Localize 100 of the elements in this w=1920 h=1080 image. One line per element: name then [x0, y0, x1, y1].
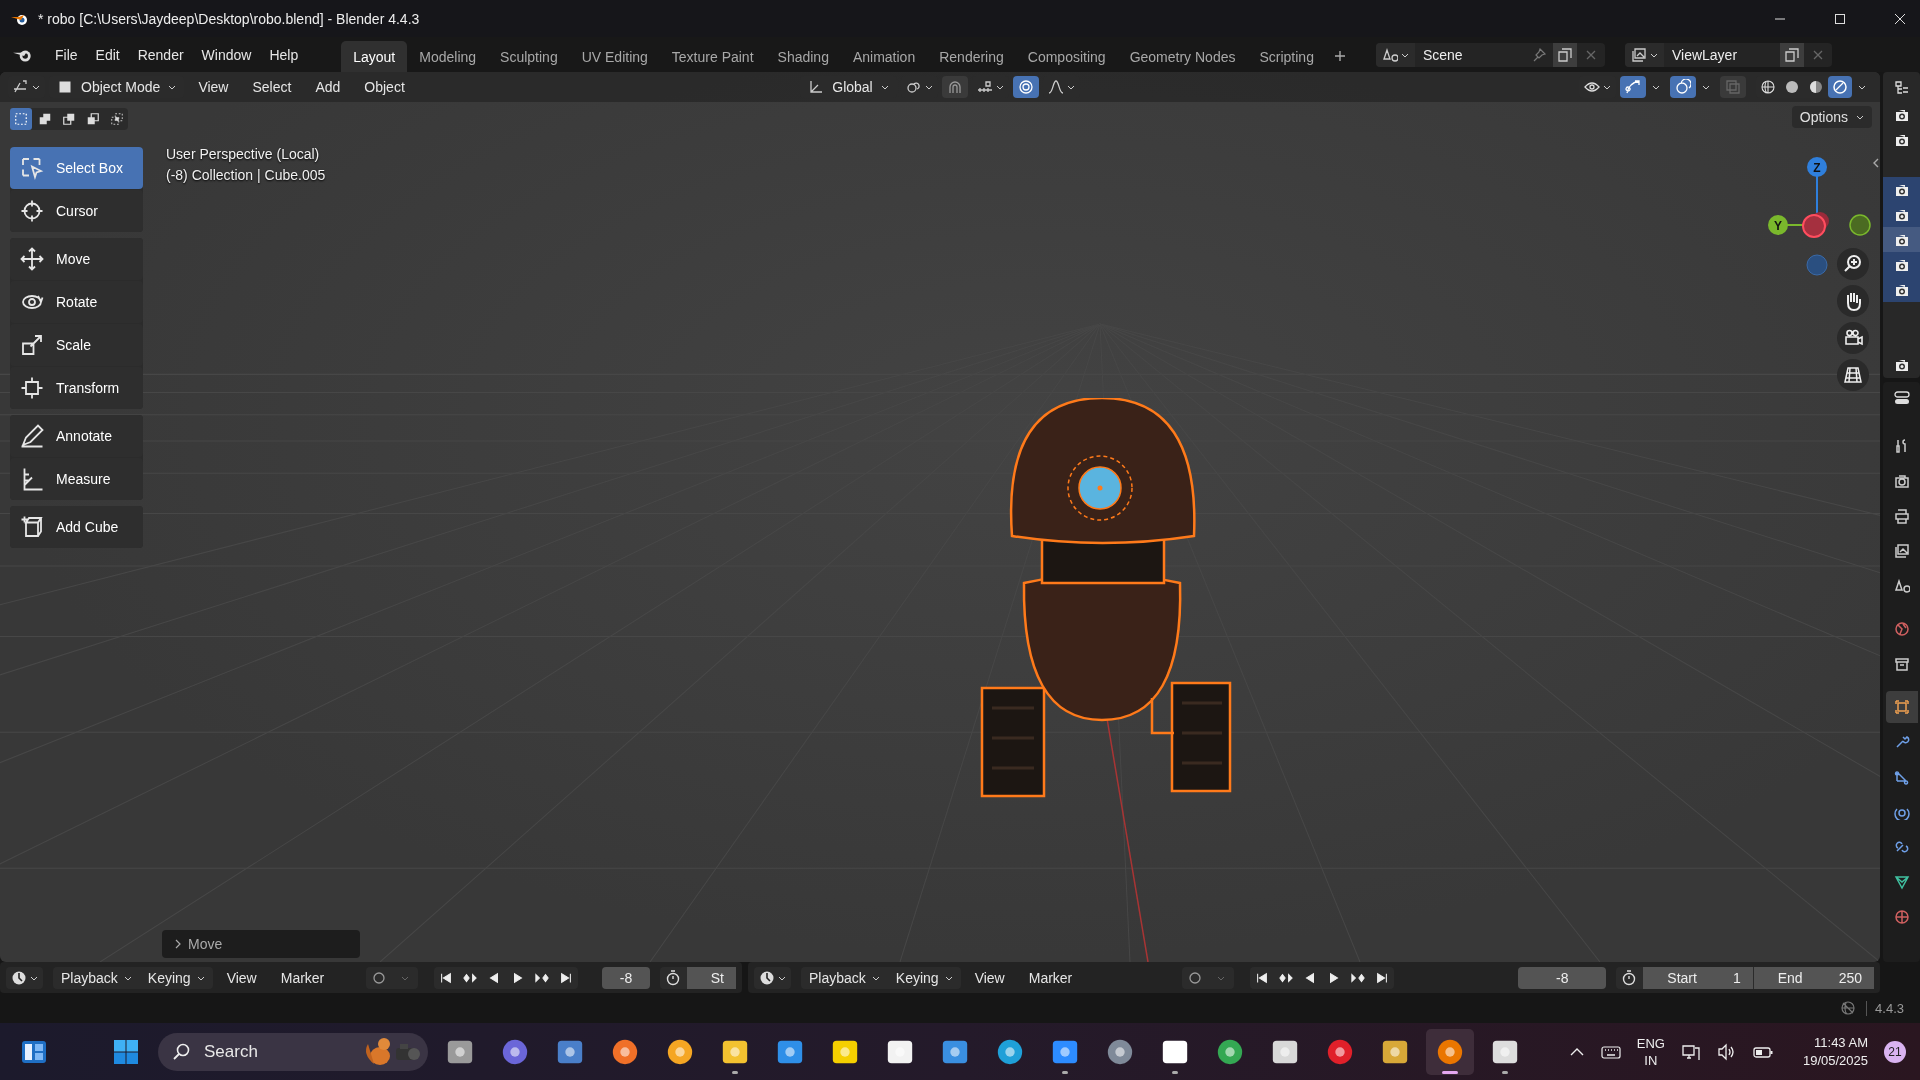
proportional-editing-toggle[interactable] [1012, 76, 1039, 98]
hand-icon[interactable] [1837, 285, 1869, 317]
workspace-tab[interactable]: Rendering [927, 41, 1016, 72]
last-operator-panel[interactable]: Move [162, 930, 360, 958]
maximize-icon[interactable] [1834, 12, 1846, 25]
outliner-row[interactable] [1883, 177, 1920, 202]
speaker-icon[interactable] [1716, 1041, 1737, 1062]
header-menu[interactable]: Marker [1018, 966, 1083, 989]
caret-icon [880, 83, 889, 91]
viewport-info-text: (-8) Collection | Cube.005 [166, 167, 326, 183]
crosshair-icon [20, 199, 44, 223]
menu-item[interactable]: Render [128, 42, 193, 67]
xray-toggle[interactable] [1720, 76, 1746, 98]
square-icon [57, 79, 73, 95]
clock-icon [759, 969, 775, 986]
toggle-icon[interactable] [1893, 390, 1910, 406]
chevron-icon [174, 939, 182, 949]
curve-icon [1047, 79, 1064, 95]
workspace-tab[interactable]: Scripting [1247, 41, 1326, 72]
zoom-icon[interactable] [1837, 248, 1869, 280]
timeline-dropdown[interactable]: Keying [887, 966, 961, 989]
caret-icon[interactable] [1652, 83, 1660, 91]
running-indicator [1502, 1070, 1508, 1074]
header-menu[interactable]: Object [354, 76, 415, 98]
version-text: 4.4.3 [1866, 1000, 1904, 1016]
caret-icon[interactable] [1702, 83, 1710, 91]
duplicate-icon[interactable] [1779, 42, 1804, 67]
four-arrows-icon [20, 247, 44, 271]
workspace-tab[interactable]: Sculpting [488, 41, 570, 72]
workspace-tab[interactable]: Texture Paint [659, 41, 766, 72]
end-frame-field[interactable]: End 250 [1752, 966, 1874, 989]
tool-button[interactable]: Select Box [10, 147, 143, 189]
duplicate-icon[interactable] [1552, 42, 1577, 67]
scene-browse-button[interactable] [1375, 42, 1415, 67]
start-frame-field[interactable]: Start 1 [1642, 966, 1753, 989]
solid-sphere-icon [1784, 79, 1800, 95]
timeline-dropdown[interactable]: Keying [139, 966, 213, 989]
editor-type-button[interactable] [754, 966, 791, 989]
notification-badge[interactable]: 21 [1884, 1040, 1906, 1063]
selection-mode-button[interactable] [10, 108, 32, 130]
outliner-row[interactable] [1883, 277, 1920, 302]
options-dropdown[interactable]: Options [1791, 106, 1872, 128]
header-menu[interactable]: Marker [270, 966, 335, 989]
header-menu[interactable]: Select [242, 76, 302, 98]
snap-toggle[interactable] [941, 76, 968, 98]
perspective-grid-icon[interactable] [1837, 359, 1869, 391]
menu-item[interactable]: Edit [86, 42, 129, 67]
properties-tab[interactable] [1885, 691, 1918, 723]
menu-item[interactable]: File [46, 42, 87, 67]
close-icon[interactable] [1894, 12, 1906, 25]
workspace-tab[interactable]: Geometry Nodes [1117, 41, 1248, 72]
running-indicator [1062, 1070, 1068, 1074]
dashed-square-icon [14, 112, 28, 126]
3d-viewport[interactable]: Object Mode View Select Add Object Global Select Box Cursor Move Rotate Scale Transform Annotate Measure Add Cube User Perspective (Local) (-8) Collection | Cube.005 Options Z Y Move [0, 72, 1880, 962]
caret-icon [32, 83, 40, 91]
running-indicator [1172, 1070, 1178, 1074]
view-layer-browse-button[interactable] [1624, 42, 1664, 67]
overlapping-circles-icon [1675, 79, 1691, 95]
transform-icon [20, 376, 44, 400]
taskbar-app-button[interactable] [1426, 1028, 1474, 1075]
image-stack-icon [1893, 543, 1910, 559]
outliner-row[interactable] [1883, 227, 1920, 252]
timeline-dropdown[interactable]: Playback [53, 966, 140, 989]
overlays-toggle[interactable] [1670, 76, 1696, 98]
workspace-tab[interactable]: UV Editing [569, 41, 660, 72]
header-menu[interactable]: View [964, 966, 1015, 989]
workspace-tab[interactable]: Layout [341, 41, 408, 72]
outliner-row[interactable] [1883, 252, 1920, 277]
outliner-row[interactable] [1883, 202, 1920, 227]
header-menu[interactable]: View [216, 966, 267, 989]
windows-start-icon[interactable] [112, 1037, 140, 1066]
camera-icon[interactable] [1837, 322, 1869, 354]
workspace-tab[interactable]: Shading [765, 41, 841, 72]
timeline-dropdown[interactable]: Playback [801, 966, 888, 989]
caret-icon[interactable] [1858, 83, 1866, 91]
axes-icon [13, 79, 29, 95]
subtract-squares-icon [62, 112, 76, 126]
search-field[interactable]: Search [158, 1032, 428, 1071]
gizmo-toggle[interactable] [1620, 76, 1646, 98]
editor-type-button[interactable] [6, 966, 43, 989]
current-frame-field[interactable]: -8 [1518, 966, 1607, 989]
add-icon[interactable] [1333, 50, 1346, 62]
shading-mode-button[interactable] [1828, 76, 1852, 98]
panel-title: Move [188, 936, 223, 952]
header-menu[interactable]: Add [305, 76, 351, 98]
workspace-tab[interactable]: Animation [840, 41, 928, 72]
chain-link-icon [1893, 839, 1910, 855]
caret-icon [1856, 113, 1864, 121]
axis-label: Y [1774, 219, 1782, 233]
start-frame-field[interactable]: St [685, 966, 736, 989]
menu-item[interactable]: Window [192, 42, 261, 67]
header-menu[interactable]: View [188, 76, 239, 98]
menu-item[interactable]: Help [260, 42, 308, 67]
outliner-icon[interactable] [1893, 80, 1910, 96]
workspace-tab[interactable]: Compositing [1015, 41, 1118, 72]
clock[interactable]: 11:43 AM 19/05/2025 [1802, 1033, 1868, 1070]
workspace-tab[interactable]: Modeling [407, 41, 489, 72]
current-frame-field[interactable]: -8 [602, 966, 650, 989]
language-indicator[interactable]: ENG IN [1636, 1034, 1665, 1069]
globe-icon [1893, 621, 1910, 637]
